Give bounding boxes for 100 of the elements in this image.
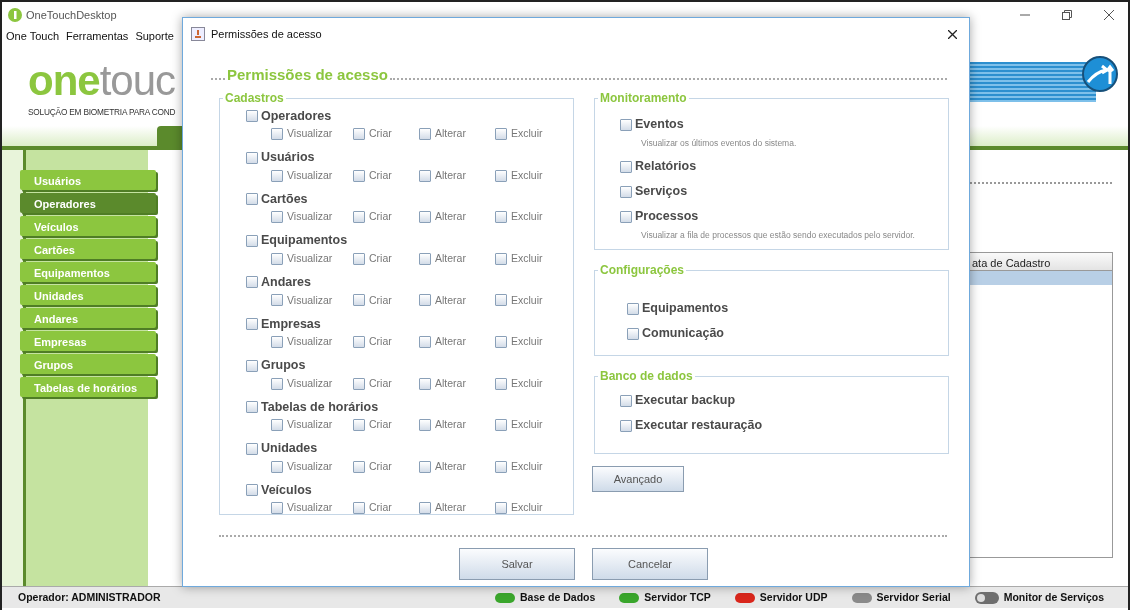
checkbox[interactable] — [271, 128, 283, 140]
checkbox-label[interactable]: Visualizar — [287, 292, 333, 309]
checkbox[interactable] — [271, 419, 283, 432]
checkbox-label[interactable]: Veículos — [261, 480, 312, 500]
checkbox-label[interactable]: Visualizar — [287, 375, 333, 392]
checkbox[interactable] — [246, 193, 258, 206]
checkbox-label[interactable]: Unidades — [261, 439, 318, 459]
sidebar-item[interactable]: Operadores — [20, 193, 156, 213]
checkbox[interactable] — [419, 128, 431, 140]
checkbox-label[interactable]: Alterar — [435, 250, 466, 267]
checkbox[interactable] — [246, 484, 258, 497]
checkbox-label[interactable]: Excluir — [511, 334, 543, 350]
checkbox-label[interactable]: Executar backup — [635, 391, 736, 410]
checkbox-label[interactable]: Equipamentos — [642, 299, 729, 318]
checkbox-label[interactable]: Criar — [369, 375, 392, 392]
checkbox-label[interactable]: Criar — [369, 458, 392, 475]
checkbox-label[interactable]: Excluir — [511, 500, 543, 517]
checkbox[interactable] — [271, 294, 283, 307]
checkbox[interactable] — [246, 442, 258, 455]
checkbox[interactable] — [353, 294, 365, 307]
checkbox-label[interactable]: Tabelas de horários — [261, 397, 379, 417]
checkbox[interactable] — [353, 169, 365, 182]
checkbox[interactable] — [495, 419, 507, 432]
checkbox-label[interactable]: Empresas — [261, 314, 321, 334]
checkbox-label[interactable]: Equipamentos — [261, 231, 348, 251]
checkbox-label[interactable]: Serviços — [635, 182, 688, 201]
checkbox-label[interactable]: Criar — [369, 500, 392, 517]
table-row[interactable] — [968, 271, 1112, 285]
checkbox[interactable] — [353, 460, 365, 473]
checkbox[interactable] — [495, 335, 507, 348]
checkbox[interactable] — [419, 419, 431, 432]
close-icon[interactable] — [1104, 10, 1114, 20]
checkbox-label[interactable]: Excluir — [511, 209, 543, 226]
column-header[interactable]: ata de Cadastro — [968, 253, 1112, 271]
checkbox[interactable] — [353, 502, 365, 515]
checkbox[interactable] — [246, 151, 258, 164]
checkbox[interactable] — [627, 327, 639, 340]
checkbox-label[interactable]: Alterar — [435, 500, 466, 517]
checkbox[interactable] — [271, 252, 283, 265]
checkbox[interactable] — [246, 401, 258, 414]
menu-item[interactable]: Ferramentas — [66, 28, 129, 46]
checkbox[interactable] — [353, 377, 365, 390]
checkbox[interactable] — [620, 210, 632, 223]
checkbox-label[interactable]: Criar — [369, 167, 392, 184]
checkbox[interactable] — [495, 169, 507, 182]
checkbox-label[interactable]: Visualizar — [287, 250, 333, 267]
checkbox-label[interactable]: Eventos — [635, 115, 684, 134]
checkbox-label[interactable]: Cartões — [261, 189, 308, 209]
checkbox-label[interactable]: Usuários — [261, 148, 315, 167]
checkbox[interactable] — [246, 110, 258, 122]
checkbox-label[interactable]: Visualizar — [287, 417, 333, 434]
toggle-icon[interactable] — [974, 591, 999, 604]
checkbox-label[interactable]: Comunicação — [642, 324, 724, 343]
checkbox[interactable] — [495, 211, 507, 224]
checkbox-label[interactable]: Alterar — [435, 417, 466, 434]
checkbox-label[interactable]: Visualizar — [287, 500, 333, 517]
checkbox[interactable] — [271, 169, 283, 182]
checkbox[interactable] — [495, 252, 507, 265]
checkbox[interactable] — [419, 377, 431, 390]
checkbox-label[interactable]: Alterar — [435, 375, 466, 392]
checkbox-label[interactable]: Alterar — [435, 126, 466, 142]
checkbox-label[interactable]: Excluir — [511, 167, 543, 184]
checkbox[interactable] — [271, 460, 283, 473]
checkbox[interactable] — [246, 359, 258, 372]
checkbox[interactable] — [419, 294, 431, 307]
checkbox[interactable] — [271, 502, 283, 515]
checkbox[interactable] — [419, 211, 431, 224]
checkbox[interactable] — [495, 460, 507, 473]
checkbox[interactable] — [620, 394, 632, 407]
checkbox[interactable] — [419, 460, 431, 473]
checkbox[interactable] — [495, 377, 507, 390]
checkbox[interactable] — [620, 118, 632, 131]
checkbox-label[interactable]: Criar — [369, 209, 392, 226]
menu-item[interactable]: Suporte — [135, 28, 174, 46]
checkbox[interactable] — [419, 252, 431, 265]
checkbox[interactable] — [271, 377, 283, 390]
checkbox-label[interactable]: Visualizar — [287, 209, 333, 226]
checkbox-label[interactable]: Criar — [369, 417, 392, 434]
checkbox[interactable] — [419, 335, 431, 348]
checkbox[interactable] — [246, 317, 258, 330]
checkbox[interactable] — [246, 276, 258, 289]
checkbox[interactable] — [495, 128, 507, 140]
checkbox-label[interactable]: Visualizar — [287, 167, 333, 184]
close-button[interactable] — [946, 27, 959, 41]
checkbox-label[interactable]: Excluir — [511, 417, 543, 434]
checkbox[interactable] — [353, 419, 365, 432]
checkbox[interactable] — [353, 252, 365, 265]
checkbox[interactable] — [620, 419, 632, 432]
dialog-button[interactable]: Cancelar — [592, 548, 708, 580]
checkbox-label[interactable]: Alterar — [435, 334, 466, 350]
checkbox-label[interactable]: Andares — [261, 273, 312, 292]
checkbox-label[interactable]: Criar — [369, 126, 392, 142]
checkbox[interactable] — [271, 335, 283, 348]
checkbox-label[interactable]: Visualizar — [287, 334, 333, 350]
checkbox[interactable] — [353, 128, 365, 140]
dialog-button[interactable]: Salvar — [459, 548, 575, 580]
checkbox[interactable] — [271, 211, 283, 224]
checkbox-label[interactable]: Grupos — [261, 356, 306, 375]
restore-icon[interactable] — [1062, 10, 1072, 20]
checkbox-label[interactable]: Executar restauração — [635, 416, 763, 435]
